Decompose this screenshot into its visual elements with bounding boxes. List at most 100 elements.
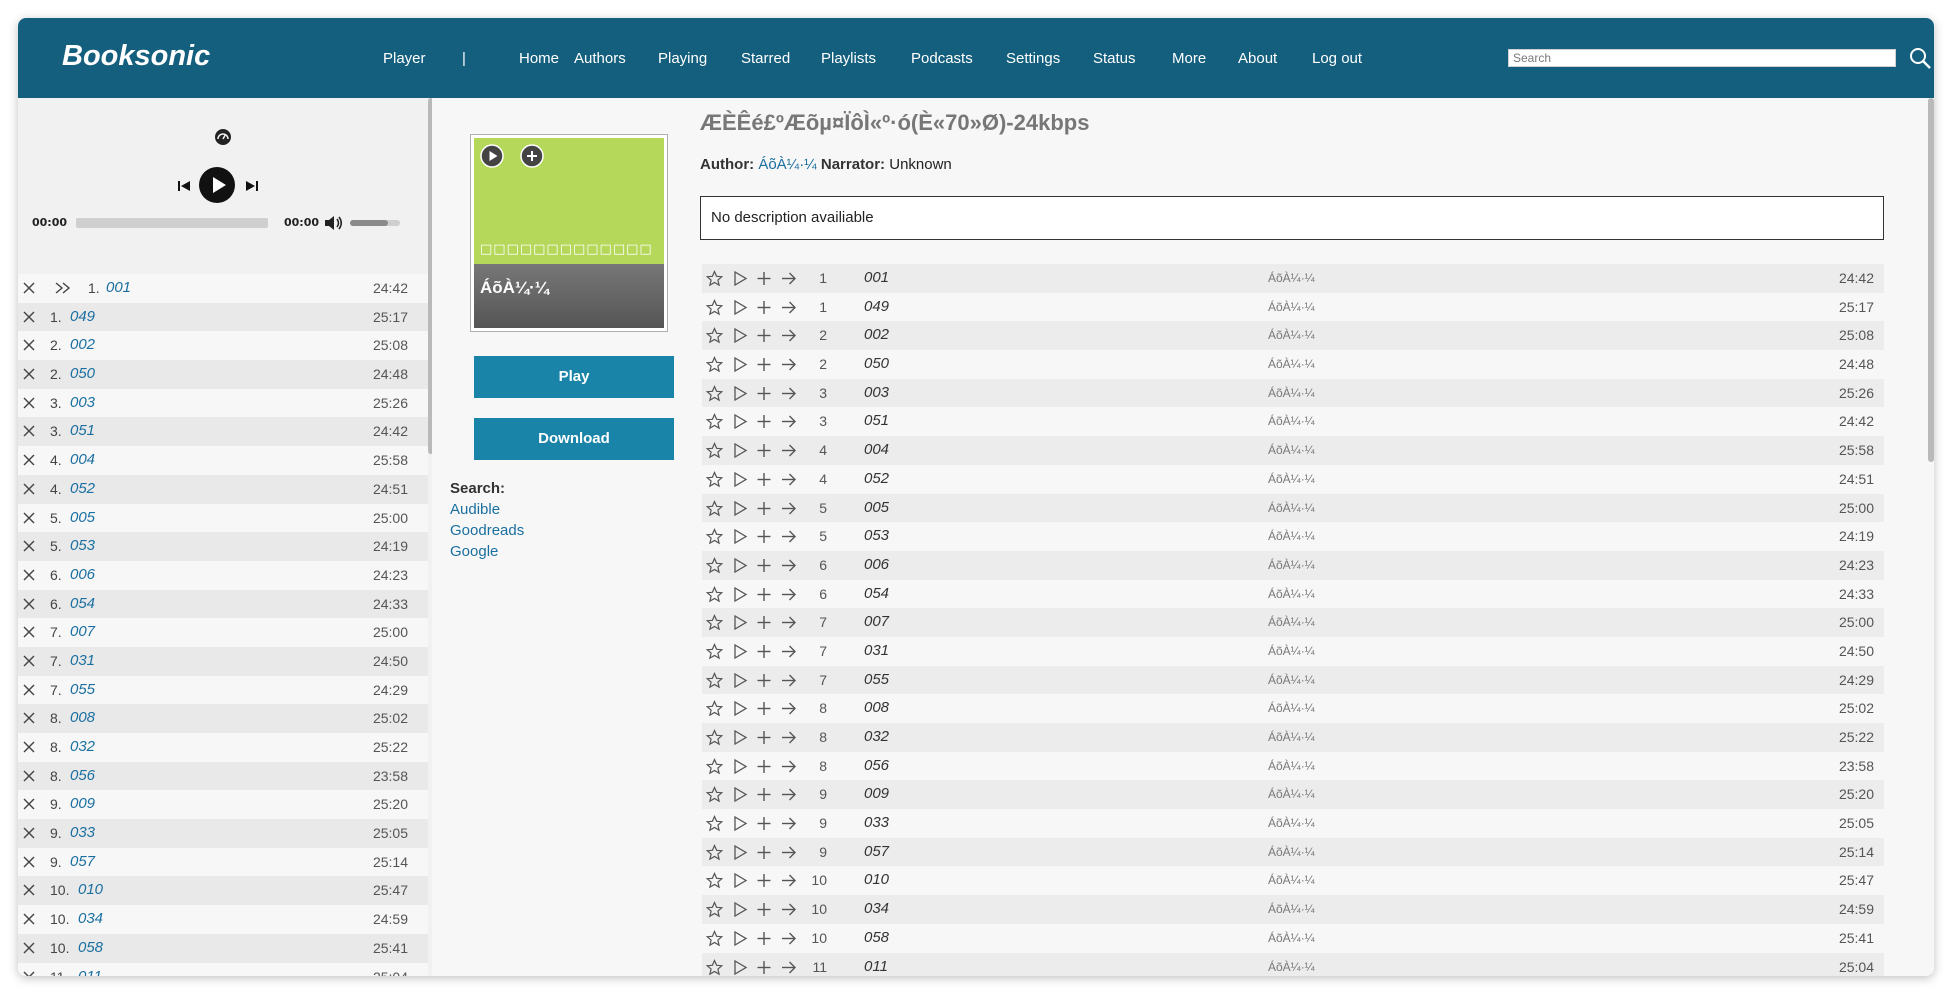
queue-row[interactable]: 7. 055 24:29 — [18, 675, 428, 705]
play-next-icon[interactable] — [780, 643, 798, 660]
queue-row[interactable]: 8. 032 25:22 — [18, 733, 428, 762]
search-icon[interactable] — [1908, 46, 1932, 70]
author-link[interactable]: ÁõÀ¼·¼ — [758, 156, 816, 173]
remove-icon[interactable] — [22, 970, 36, 976]
track-title[interactable]: 001 — [864, 269, 889, 286]
track-row[interactable]: 10 034 ÁõÀ¼·¼ 24:59 — [702, 895, 1884, 924]
cover-play-icon[interactable] — [480, 144, 504, 168]
nav-status[interactable]: Status — [1093, 50, 1136, 67]
add-to-queue-icon[interactable] — [756, 442, 772, 459]
play-track-icon[interactable] — [732, 557, 748, 574]
play-next-icon[interactable] — [780, 356, 798, 373]
star-icon[interactable] — [705, 585, 724, 603]
queue-track-title[interactable]: 034 — [78, 910, 103, 927]
nav-player[interactable]: Player — [383, 50, 426, 67]
play-track-icon[interactable] — [732, 385, 748, 402]
nav-starred[interactable]: Starred — [741, 50, 790, 67]
queue-row[interactable]: 1. 049 25:17 — [18, 302, 428, 332]
play-track-icon[interactable] — [732, 700, 748, 717]
play-next-icon[interactable] — [780, 815, 798, 832]
remove-icon[interactable] — [22, 396, 36, 410]
play-track-icon[interactable] — [732, 930, 748, 947]
star-icon[interactable] — [705, 528, 724, 545]
play-next-icon[interactable] — [780, 729, 798, 746]
progress-bar[interactable] — [76, 218, 268, 228]
remove-icon[interactable] — [22, 310, 36, 324]
track-title[interactable]: 055 — [864, 671, 889, 688]
star-icon[interactable] — [705, 413, 724, 430]
app-logo[interactable]: Booksonic — [62, 40, 210, 73]
play-next-icon[interactable] — [780, 327, 798, 344]
play-track-icon[interactable] — [732, 500, 748, 517]
queue-track-title[interactable]: 057 — [70, 853, 95, 870]
search-link-google[interactable]: Google — [450, 543, 498, 560]
queue-row[interactable]: 2. 050 24:48 — [18, 360, 428, 389]
add-to-queue-icon[interactable] — [756, 385, 772, 402]
play-next-icon[interactable] — [780, 385, 798, 402]
play-next-icon[interactable] — [780, 471, 798, 488]
play-track-icon[interactable] — [732, 356, 748, 373]
remove-icon[interactable] — [22, 281, 36, 295]
cover-add-icon[interactable] — [520, 144, 544, 168]
star-icon[interactable] — [705, 872, 724, 889]
track-title[interactable]: 010 — [864, 871, 889, 888]
track-title[interactable]: 053 — [864, 527, 889, 544]
queue-track-title[interactable]: 002 — [70, 336, 95, 353]
play-next-icon[interactable] — [780, 270, 798, 287]
track-row[interactable]: 11 011 ÁõÀ¼·¼ 25:04 — [702, 952, 1884, 976]
track-title[interactable]: 056 — [864, 757, 889, 774]
queue-track-title[interactable]: 058 — [78, 939, 103, 956]
nav-about[interactable]: About — [1238, 50, 1277, 67]
track-title[interactable]: 057 — [864, 843, 889, 860]
add-to-queue-icon[interactable] — [756, 643, 772, 660]
track-row[interactable]: 1 049 ÁõÀ¼·¼ 25:17 — [702, 292, 1884, 322]
playback-speed-icon[interactable] — [214, 128, 232, 146]
add-to-queue-icon[interactable] — [756, 930, 772, 947]
track-title[interactable]: 002 — [864, 326, 889, 343]
play-next-icon[interactable] — [780, 500, 798, 517]
track-row[interactable]: 9 009 ÁõÀ¼·¼ 25:20 — [702, 780, 1884, 810]
queue-row[interactable]: 9. 009 25:20 — [18, 790, 428, 820]
star-icon[interactable] — [705, 843, 724, 861]
play-track-icon[interactable] — [732, 672, 748, 689]
download-button[interactable]: Download — [474, 418, 674, 460]
play-next-icon[interactable] — [780, 872, 798, 889]
track-title[interactable]: 050 — [864, 355, 889, 372]
queue-row[interactable]: 3. 003 25:26 — [18, 388, 428, 418]
play-button[interactable]: Play — [474, 356, 674, 398]
add-to-queue-icon[interactable] — [756, 413, 772, 430]
queue-track-title[interactable]: 011 — [78, 968, 102, 977]
play-next-icon[interactable] — [780, 700, 798, 717]
queue-track-title[interactable]: 050 — [70, 365, 95, 382]
add-to-queue-icon[interactable] — [756, 672, 772, 689]
play-next-icon[interactable] — [780, 413, 798, 430]
track-title[interactable]: 005 — [864, 499, 889, 516]
queue-track-title[interactable]: 056 — [70, 767, 95, 784]
queue-row[interactable]: 10. 034 24:59 — [18, 905, 428, 934]
remove-icon[interactable] — [22, 338, 36, 352]
play-track-icon[interactable] — [732, 872, 748, 889]
play-track-icon[interactable] — [732, 959, 748, 976]
remove-icon[interactable] — [22, 740, 36, 754]
track-title[interactable]: 031 — [864, 642, 889, 659]
play-track-icon[interactable] — [732, 442, 748, 459]
search-link-goodreads[interactable]: Goodreads — [450, 522, 524, 539]
track-title[interactable]: 052 — [864, 470, 889, 487]
add-to-queue-icon[interactable] — [756, 270, 772, 287]
play-next-icon[interactable] — [780, 614, 798, 631]
queue-track-title[interactable]: 054 — [70, 595, 95, 612]
play-track-icon[interactable] — [732, 815, 748, 832]
track-title[interactable]: 004 — [864, 441, 889, 458]
remove-icon[interactable] — [22, 453, 36, 467]
track-title[interactable]: 054 — [864, 585, 889, 602]
track-row[interactable]: 7 031 ÁõÀ¼·¼ 24:50 — [702, 636, 1884, 666]
track-row[interactable]: 7 055 ÁõÀ¼·¼ 24:29 — [702, 665, 1884, 695]
star-icon[interactable] — [705, 327, 724, 344]
play-next-icon[interactable] — [780, 959, 798, 976]
queue-track-title[interactable]: 005 — [70, 509, 95, 526]
play-track-icon[interactable] — [732, 844, 748, 861]
play-next-icon[interactable] — [780, 901, 798, 918]
remove-icon[interactable] — [22, 683, 36, 697]
search-input[interactable] — [1508, 49, 1896, 67]
queue-track-title[interactable]: 003 — [70, 394, 95, 411]
